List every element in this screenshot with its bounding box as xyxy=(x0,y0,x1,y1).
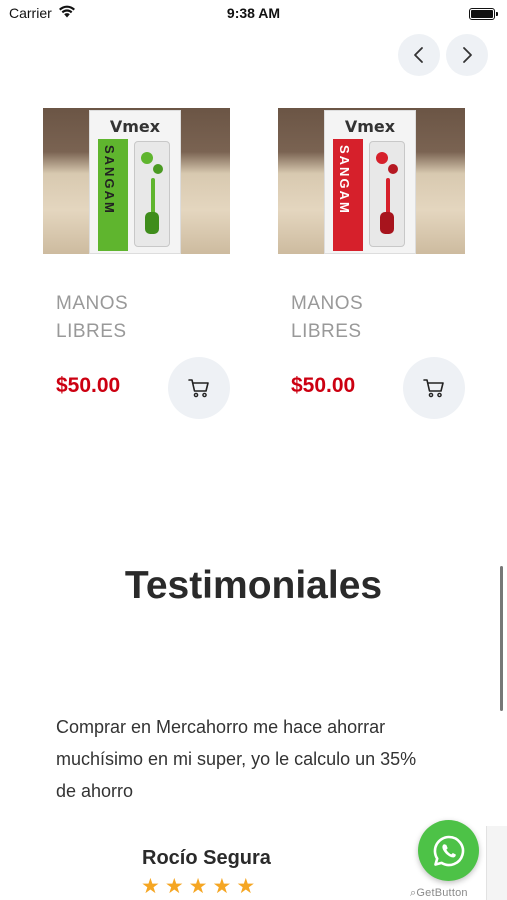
status-bar: Carrier 9:38 AM xyxy=(0,0,507,28)
carousel-next-button[interactable] xyxy=(446,34,488,76)
cart-icon xyxy=(423,379,444,398)
product-card[interactable]: Vmex SANGAM MANOS LIBRES $50.00 xyxy=(43,108,230,419)
product-card[interactable]: Vmex SANGAM MANOS LIBRES $50.00 xyxy=(278,108,465,419)
product-brand: Vmex xyxy=(344,117,396,136)
chevron-right-icon xyxy=(463,47,472,63)
product-box-text: SANGAM xyxy=(337,145,352,215)
product-name[interactable]: MANOS LIBRES xyxy=(291,290,411,346)
star-icon: ★ xyxy=(164,875,184,898)
star-icon: ★ xyxy=(141,875,160,898)
rating-stars: ★ ★ ★ ★ ★ xyxy=(141,876,255,897)
carousel-prev-button[interactable] xyxy=(398,34,440,76)
side-widget-edge xyxy=(486,826,507,900)
chevron-left-icon xyxy=(414,47,423,63)
scrollbar[interactable] xyxy=(500,566,503,711)
add-to-cart-button[interactable] xyxy=(403,357,465,419)
cart-icon xyxy=(188,379,209,398)
testimonial-quote: Comprar en Mercahorro me hace ahorrar mu… xyxy=(56,717,417,801)
add-to-cart-button[interactable] xyxy=(168,357,230,419)
getbutton-label: GetButton xyxy=(416,887,468,899)
product-price: $50.00 xyxy=(291,374,356,397)
product-price: $50.00 xyxy=(56,374,121,397)
product-image[interactable]: Vmex SANGAM xyxy=(43,108,230,254)
getbutton-credit[interactable]: ⌕GetButton xyxy=(410,887,468,900)
product-image[interactable]: Vmex SANGAM xyxy=(278,108,465,254)
testimonials-title: Testimoniales xyxy=(124,564,383,607)
star-icon: ★ xyxy=(188,875,208,898)
whatsapp-icon xyxy=(433,835,464,866)
product-box-text: SANGAM xyxy=(102,145,117,215)
star-icon: ★ xyxy=(212,875,232,898)
testimonial-author: Rocío Segura xyxy=(142,847,271,869)
whatsapp-button[interactable] xyxy=(418,820,479,881)
product-brand: Vmex xyxy=(109,117,161,136)
status-time: 9:38 AM xyxy=(226,5,281,21)
star-icon: ★ xyxy=(236,875,256,898)
battery-icon xyxy=(469,8,498,20)
product-name[interactable]: MANOS LIBRES xyxy=(56,290,176,346)
